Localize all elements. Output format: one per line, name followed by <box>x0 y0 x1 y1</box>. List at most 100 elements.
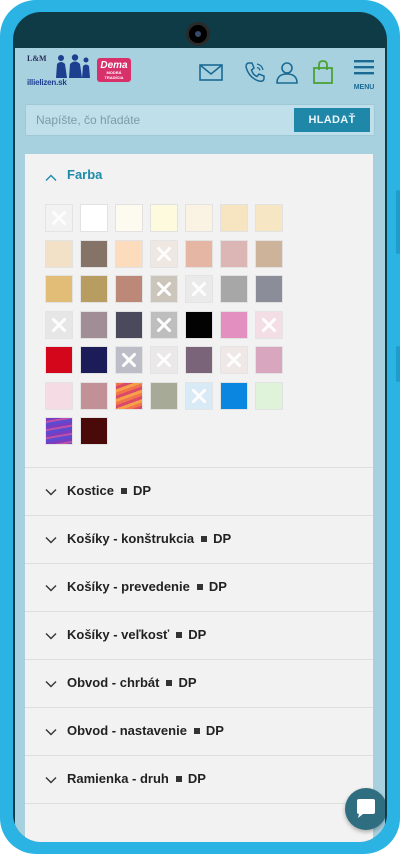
disabled-x-icon <box>156 246 172 261</box>
color-swatch[interactable] <box>220 204 248 232</box>
site-header: L&M illielizen.sk Dema MODRÁ TRADÍCIA ME… <box>15 48 385 100</box>
user-icon[interactable] <box>273 58 301 86</box>
color-swatch[interactable] <box>80 417 108 445</box>
filter-section-label: Košíky - veľkosť DP <box>67 626 206 644</box>
phone-icon[interactable] <box>241 58 269 86</box>
color-swatch[interactable] <box>150 239 178 268</box>
filter-section-header[interactable]: Kostice DP <box>25 468 373 516</box>
color-swatch[interactable] <box>150 204 178 232</box>
chevron-down-icon <box>45 585 57 592</box>
search-input[interactable] <box>26 105 292 135</box>
filter-section-header[interactable]: Košíky - veľkosť DP <box>25 612 373 660</box>
chevron-down-icon <box>45 489 57 496</box>
color-swatch[interactable] <box>220 381 248 410</box>
color-swatch[interactable] <box>150 381 178 410</box>
color-swatch[interactable] <box>255 204 283 232</box>
color-swatch[interactable] <box>220 275 248 303</box>
color-swatch[interactable] <box>80 204 108 232</box>
filter-section-header[interactable]: Obvod - nastavenie DP <box>25 708 373 756</box>
disabled-x-icon <box>156 352 172 368</box>
color-swatch[interactable] <box>45 381 73 410</box>
color-swatch[interactable] <box>45 204 73 232</box>
color-swatch[interactable] <box>255 239 283 268</box>
color-swatch[interactable] <box>115 239 143 268</box>
filter-section-label: Obvod - chrbát DP <box>67 674 197 692</box>
color-swatch[interactable] <box>185 310 213 339</box>
filter-name: Ramienka - druh <box>67 771 169 786</box>
color-swatch[interactable] <box>80 239 108 268</box>
filter-section-header[interactable]: Ramienka - druh DP <box>25 756 373 804</box>
lm-logo[interactable]: L&M <box>27 54 47 63</box>
volume-button <box>396 190 400 254</box>
separator-square <box>201 535 208 542</box>
filter-section-header[interactable]: Košíky - prevedenie DP <box>25 564 373 612</box>
filter-section-label: Košíky - konštrukcia DP <box>67 530 231 548</box>
disabled-x-icon <box>121 352 137 368</box>
separator-square <box>176 631 183 638</box>
filter-section-label: Ramienka - druh DP <box>67 770 206 788</box>
filter-tag: DP <box>188 627 207 642</box>
color-swatch[interactable] <box>115 204 143 232</box>
color-swatch[interactable] <box>80 381 108 410</box>
color-swatch[interactable] <box>45 346 73 374</box>
color-swatch[interactable] <box>115 346 143 374</box>
filter-tag: DP <box>213 531 232 546</box>
filter-name: Košíky - veľkosť <box>67 627 170 642</box>
disabled-x-icon <box>156 317 172 332</box>
color-swatch[interactable] <box>115 310 143 339</box>
filter-section-header[interactable]: Obvod - chrbát DP <box>25 660 373 708</box>
separator-square <box>166 679 173 686</box>
filter-tag: DP <box>178 675 197 690</box>
color-swatch[interactable] <box>255 310 283 339</box>
color-swatch[interactable] <box>115 275 143 303</box>
color-swatch[interactable] <box>150 275 178 303</box>
color-swatch[interactable] <box>220 239 248 268</box>
color-swatch[interactable] <box>255 381 283 410</box>
color-swatch[interactable] <box>185 346 213 374</box>
color-swatch[interactable] <box>80 275 108 303</box>
color-swatch[interactable] <box>45 275 73 303</box>
color-swatch[interactable] <box>45 239 73 268</box>
phone-bezel: L&M illielizen.sk Dema MODRÁ TRADÍCIA ME… <box>13 12 387 842</box>
filter-name: Košíky - konštrukcia <box>67 531 195 546</box>
dema-logo[interactable]: Dema MODRÁ TRADÍCIA <box>97 58 131 82</box>
chevron-down-icon <box>45 681 57 688</box>
color-swatch[interactable] <box>185 239 213 268</box>
color-swatch[interactable] <box>255 346 283 374</box>
color-swatch[interactable] <box>150 346 178 374</box>
separator-square <box>120 487 127 494</box>
shopping-bag-icon[interactable] <box>309 58 337 86</box>
site-logo-text[interactable]: illielizen.sk <box>27 78 67 87</box>
color-swatch[interactable] <box>80 346 108 374</box>
separator-square <box>196 583 203 590</box>
separator-square <box>175 775 182 782</box>
color-swatch[interactable] <box>185 275 213 303</box>
color-swatch[interactable] <box>45 310 73 339</box>
menu-button[interactable]: MENU <box>349 52 379 96</box>
chevron-down-icon <box>45 729 57 736</box>
search-button[interactable]: HLADAŤ <box>294 108 370 132</box>
chat-button[interactable] <box>345 788 385 830</box>
color-swatch[interactable] <box>185 381 213 410</box>
filter-name: Obvod - nastavenie <box>67 723 187 738</box>
mail-icon[interactable] <box>197 58 225 86</box>
filter-section-header[interactable]: Košíky - konštrukcia DP <box>25 516 373 564</box>
filter-tag: DP <box>208 579 227 594</box>
color-swatch[interactable] <box>220 346 248 374</box>
color-swatch[interactable] <box>220 310 248 339</box>
disabled-x-icon <box>191 388 207 403</box>
color-swatch[interactable] <box>255 275 283 303</box>
power-button <box>396 346 400 382</box>
logo-people-silhouette[interactable] <box>47 54 93 78</box>
color-swatch[interactable] <box>45 417 73 445</box>
filter-farba-header[interactable]: Farba <box>25 154 373 196</box>
disabled-x-icon <box>156 281 172 297</box>
color-swatch[interactable] <box>115 381 143 410</box>
color-swatch[interactable] <box>80 310 108 339</box>
filter-panel: Farba Kostice DP Košíky - konštrukcia DP Koš… <box>25 154 373 842</box>
color-swatch[interactable] <box>185 204 213 232</box>
filter-tag: DP <box>132 483 152 498</box>
color-swatch[interactable] <box>150 310 178 339</box>
disabled-x-icon <box>51 210 67 226</box>
filter-name: Kostice <box>67 483 114 498</box>
